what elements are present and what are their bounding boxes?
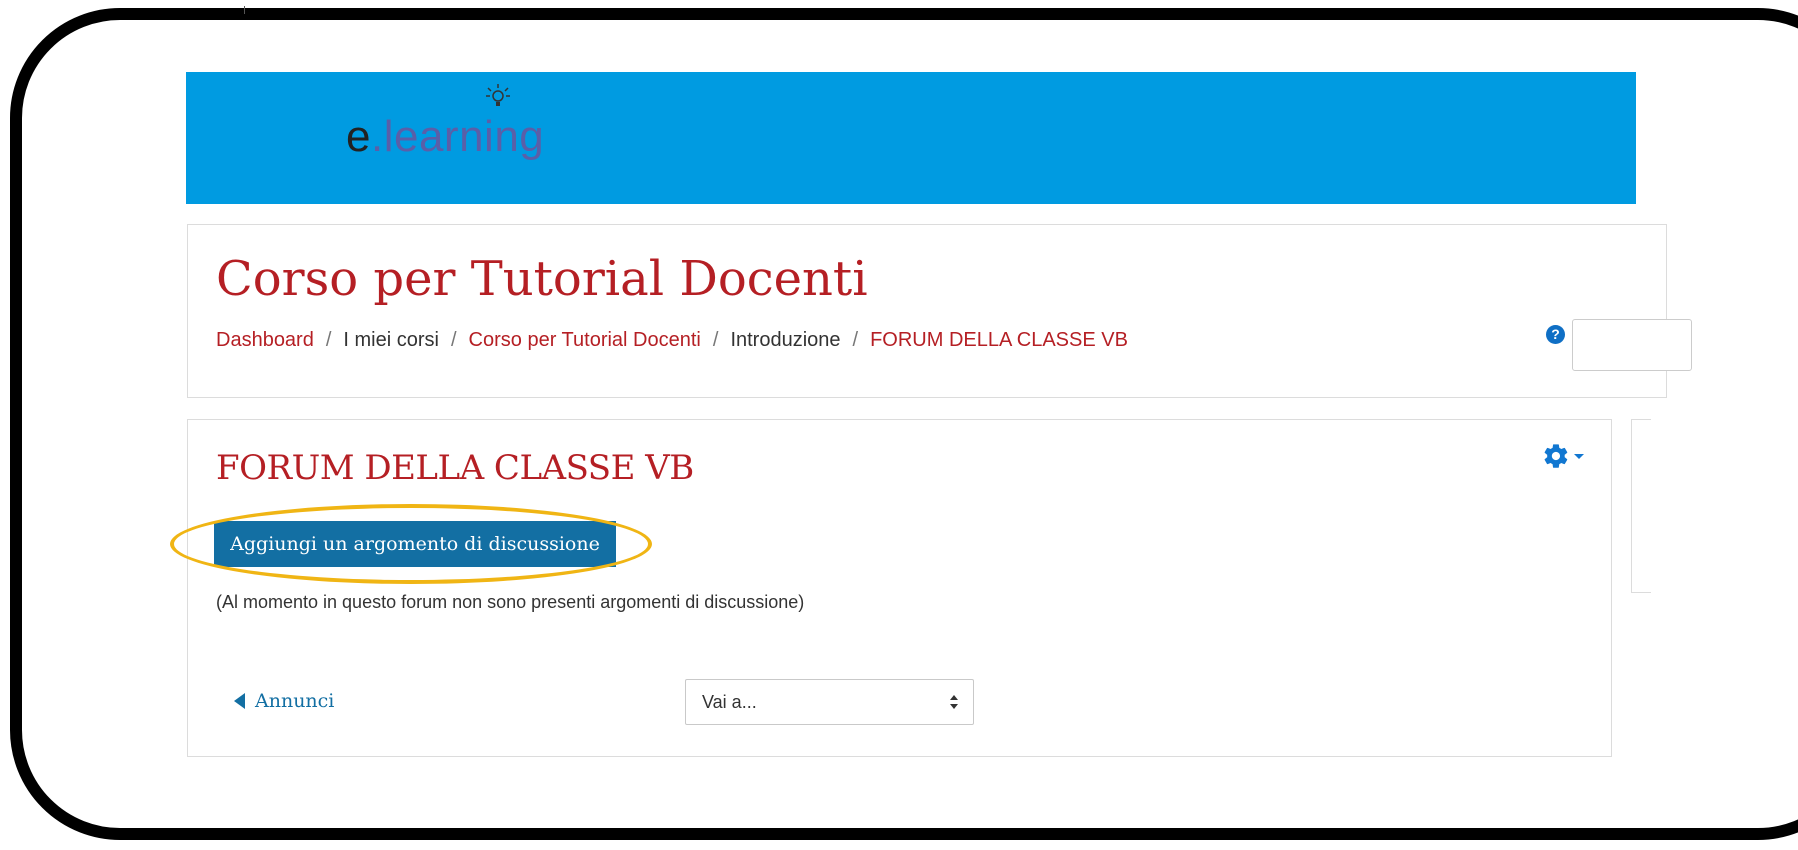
logo-text: .learning [370,112,545,161]
breadcrumb-separator: / [450,329,457,351]
previous-activity-link[interactable]: Annunci [234,690,334,712]
breadcrumb-item-forum[interactable]: FORUM DELLA CLASSE VB [870,329,1128,351]
breadcrumb: Dashboard / I miei corsi / Corso per Tutoria… [216,329,1128,352]
breadcrumb-item-section: Introduzione [730,329,841,351]
sort-arrows-icon [950,695,958,709]
jump-to-selected-value: Vai a... [702,692,757,712]
gear-icon [1544,444,1568,468]
settings-menu-button[interactable] [1542,442,1584,470]
page-header-card: Corso per Tutorial Docenti Dashboard / I m… [187,224,1692,398]
add-discussion-button[interactable]: Aggiungi un argomento di discussione [214,521,616,567]
question-circle-icon[interactable]: ? [1546,325,1565,344]
site-logo[interactable]: e.learning [346,84,545,162]
top-navbar: e.learning [186,72,1636,204]
logo-letter-e: e [346,112,371,161]
empty-forum-message: (Al momento in questo forum non sono pre… [216,592,805,612]
breadcrumb-separator: / [325,329,332,351]
lightbulb-icon [486,84,510,106]
breadcrumb-separator: / [852,329,859,351]
frame-tick-mark [244,6,245,14]
search-input[interactable] [1572,319,1692,371]
breadcrumb-item-dashboard[interactable]: Dashboard [216,329,314,351]
breadcrumb-item-my-courses: I miei corsi [343,329,439,351]
chevron-down-icon [1574,453,1584,459]
forum-card: FORUM DELLA CLASSE VB Aggiungi un argome… [170,419,1612,757]
side-block-edge [1631,419,1651,593]
page-title: Corso per Tutorial Docenti [216,251,868,307]
forum-title: FORUM DELLA CLASSE VB [216,448,694,488]
breadcrumb-item-course[interactable]: Corso per Tutorial Docenti [469,329,701,351]
previous-activity-label: Annunci [255,690,335,712]
breadcrumb-separator: / [712,329,719,351]
caret-left-icon [234,693,245,709]
jump-to-select[interactable]: Vai a... [685,679,974,725]
